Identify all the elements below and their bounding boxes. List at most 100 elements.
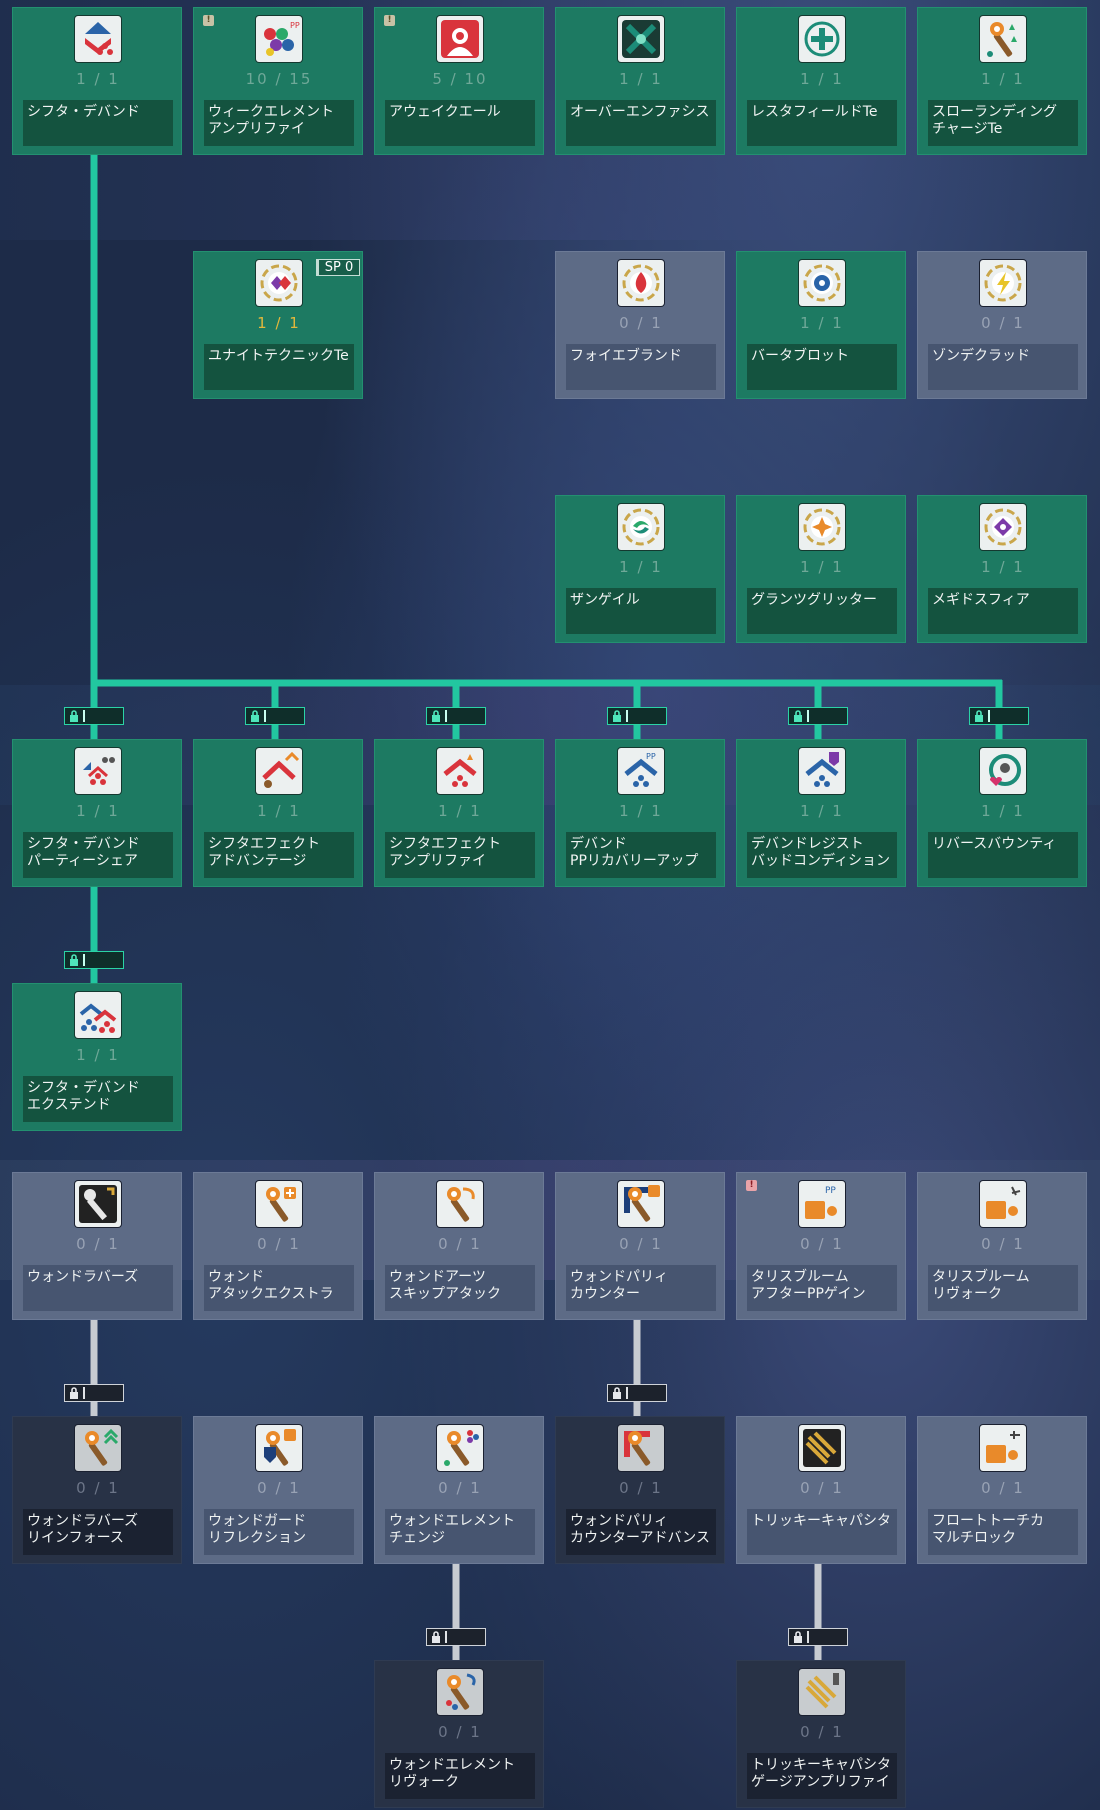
skill-card-weak-element-amplify[interactable]: ! PP 10 / 15 ウィークエレメント アンプリファイ xyxy=(193,7,363,155)
skill-card-unite-technique-te[interactable]: SP 0 1 / 1 ユナイトテクニックTe xyxy=(193,251,363,399)
skill-card-talis-bloom-after-pp-gain[interactable]: ! PP 0 / 1 タリスブルーム アフターPPゲイン xyxy=(736,1172,906,1320)
skill-card-zan-gale[interactable]: 1 / 1 ザンゲイル xyxy=(555,495,725,643)
warning-badge: ! xyxy=(746,1180,757,1191)
skill-card-wand-lovers[interactable]: 0 / 1 ウォンドラバーズ xyxy=(12,1172,182,1320)
skill-card-tricky-capacitor-gauge-amplify[interactable]: 0 / 1 トリッキーキャパシタ ゲージアンプリファイ xyxy=(736,1660,906,1808)
skill-level: 1 / 1 xyxy=(800,558,844,576)
skill-card-shifta-deband-extend[interactable]: 1 / 1 シフタ・デバンド エクステンド xyxy=(12,983,182,1131)
skill-level: 1 / 1 xyxy=(257,802,301,820)
skill-card-shifta-effect-advantage[interactable]: 1 / 1 シフタエフェクト アドバンテージ xyxy=(193,739,363,887)
skill-card-wand-attack-extra[interactable]: 0 / 1 ウォンド アタックエクストラ xyxy=(193,1172,363,1320)
skill-level: 1 / 1 xyxy=(438,802,482,820)
tricky-gauge-icon xyxy=(799,1669,845,1715)
lock-icon xyxy=(613,1387,621,1399)
unlock-requirement-badge xyxy=(64,1384,124,1402)
skill-card-wand-element-change[interactable]: 0 / 1 ウォンドエレメント チェンジ xyxy=(374,1416,544,1564)
skill-card-wand-parry-counter-advance[interactable]: 0 / 1 ウォンドパリィ カウンターアドバンス xyxy=(555,1416,725,1564)
skill-level: 0 / 1 xyxy=(981,314,1025,332)
wand-skip-icon xyxy=(437,1181,483,1227)
skill-card-deband-pp-recovery-up[interactable]: PP 1 / 1 デバンド PPリカバリーアップ xyxy=(555,739,725,887)
skill-card-wand-element-revoke[interactable]: 0 / 1 ウォンドエレメント リヴォーク xyxy=(374,1660,544,1808)
skill-name: ウォンドアーツ スキップアタック xyxy=(385,1265,535,1311)
skill-level: 1 / 1 xyxy=(76,802,120,820)
elements-amplify-icon: PP xyxy=(256,16,302,62)
red-figure-pp-icon xyxy=(437,16,483,62)
skill-card-shifta-effect-amplify[interactable]: 1 / 1 シフタエフェクト アンプリファイ xyxy=(374,739,544,887)
skill-name: ユナイトテクニックTe xyxy=(204,344,354,390)
requirement-bar-icon xyxy=(83,954,85,966)
wand-plus-icon xyxy=(256,1181,302,1227)
skill-level: 5 / 10 xyxy=(432,70,488,88)
skill-card-over-emphasis[interactable]: 1 / 1 オーバーエンファシス xyxy=(555,7,725,155)
skill-card-deband-resist-bad-condition[interactable]: 1 / 1 デバンドレジスト バッドコンディション xyxy=(736,739,906,887)
skill-card-float-torch-multi-lock[interactable]: 0 / 1 フロートトーチカ マルチロック xyxy=(917,1416,1087,1564)
talis-pp-icon: PP xyxy=(799,1181,845,1227)
skill-card-foie-brand[interactable]: 0 / 1 フォイエブランド xyxy=(555,251,725,399)
unlock-requirement-badge xyxy=(607,1384,667,1402)
fire-brand-icon xyxy=(618,260,664,306)
skill-level: 1 / 1 xyxy=(800,314,844,332)
skill-card-shifta-deband-party-share[interactable]: 1 / 1 シフタ・デバンド パーティーシェア xyxy=(12,739,182,887)
skill-name: シフタ・デバンド パーティーシェア xyxy=(23,832,173,878)
skill-name: ウォンドラバーズ リインフォース xyxy=(23,1509,173,1555)
talis-revoke-icon xyxy=(980,1181,1026,1227)
wand-guard-icon xyxy=(256,1425,302,1471)
deband-extend-icon xyxy=(75,992,121,1038)
unlock-requirement-badge xyxy=(64,951,124,969)
skill-level: 0 / 1 xyxy=(800,1723,844,1741)
lock-icon xyxy=(70,710,78,722)
skill-card-shifta-deband[interactable]: 1 / 1 シフタ・デバンド xyxy=(12,7,182,155)
svg-text:PP: PP xyxy=(290,21,300,30)
skill-level: 0 / 1 xyxy=(619,1235,663,1253)
skill-card-wand-lovers-reinforce[interactable]: 0 / 1 ウォンドラバーズ リインフォース xyxy=(12,1416,182,1564)
skill-name: フォイエブランド xyxy=(566,344,716,390)
skill-name: ウォンド アタックエクストラ xyxy=(204,1265,354,1311)
requirement-bar-icon xyxy=(445,1631,447,1643)
unite-gems-icon xyxy=(256,260,302,306)
skill-name: ウォンドエレメント チェンジ xyxy=(385,1509,535,1555)
wand-lovers-icon xyxy=(75,1181,121,1227)
requirement-bar-icon xyxy=(445,710,447,722)
wand-charge-icon xyxy=(980,16,1026,62)
skill-card-wand-guard-reflection[interactable]: 0 / 1 ウォンドガード リフレクション xyxy=(193,1416,363,1564)
skill-card-slow-landing-charge-te[interactable]: 1 / 1 スローランディング チャージTe xyxy=(917,7,1087,155)
skill-level: 0 / 1 xyxy=(76,1235,120,1253)
skill-name: ゾンデクラッド xyxy=(928,344,1078,390)
wind-gale-icon xyxy=(618,504,664,550)
svg-text:PP: PP xyxy=(825,1186,836,1196)
skill-card-talis-bloom-revoke[interactable]: 0 / 1 タリスブルーム リヴォーク xyxy=(917,1172,1087,1320)
skill-name: オーバーエンファシス xyxy=(566,100,716,146)
wand-reinforce-icon xyxy=(75,1425,121,1471)
svg-text:PP: PP xyxy=(646,752,656,761)
unlock-requirement-badge xyxy=(788,1628,848,1646)
skill-level: 0 / 1 xyxy=(257,1235,301,1253)
skill-name: フロートトーチカ マルチロック xyxy=(928,1509,1078,1555)
skill-card-zonde-clad[interactable]: 0 / 1 ゾンデクラッド xyxy=(917,251,1087,399)
skill-name: トリッキーキャパシタ ゲージアンプリファイ xyxy=(747,1753,897,1799)
skill-card-restafield-te[interactable]: 1 / 1 レスタフィールドTe xyxy=(736,7,906,155)
lock-icon xyxy=(432,710,440,722)
skill-name: シフタエフェクト アンプリファイ xyxy=(385,832,535,878)
skill-name: ウォンドエレメント リヴォーク xyxy=(385,1753,535,1799)
skill-card-grants-glitter[interactable]: 1 / 1 グランツグリッター xyxy=(736,495,906,643)
wand-element-icon xyxy=(437,1425,483,1471)
skill-card-megid-sphere[interactable]: 1 / 1 メギドスフィア xyxy=(917,495,1087,643)
skill-card-barta-blot[interactable]: 1 / 1 バータブロット xyxy=(736,251,906,399)
requirement-bar-icon xyxy=(83,710,85,722)
skill-level: 0 / 1 xyxy=(619,314,663,332)
skill-level: 10 / 15 xyxy=(245,70,313,88)
skill-name: シフタエフェクト アドバンテージ xyxy=(204,832,354,878)
skill-card-tricky-capacitor[interactable]: 0 / 1 トリッキーキャパシタ xyxy=(736,1416,906,1564)
skill-level: 0 / 1 xyxy=(800,1235,844,1253)
deband-resist-icon xyxy=(799,748,845,794)
skill-level: 1 / 1 xyxy=(76,70,120,88)
lock-icon xyxy=(432,1631,440,1643)
skill-card-reverse-bounty[interactable]: 1 / 1 リバースバウンティ xyxy=(917,739,1087,887)
float-torch-icon xyxy=(980,1425,1026,1471)
diamond-triangles-icon xyxy=(75,16,121,62)
skill-card-wand-parry-counter[interactable]: 0 / 1 ウォンドパリィ カウンター xyxy=(555,1172,725,1320)
skill-card-wand-arts-skip-attack[interactable]: 0 / 1 ウォンドアーツ スキップアタック xyxy=(374,1172,544,1320)
skill-card-awake-aile[interactable]: ! 5 / 10 アウェイクエール xyxy=(374,7,544,155)
unlock-requirement-badge xyxy=(426,1628,486,1646)
skill-name: バータブロット xyxy=(747,344,897,390)
